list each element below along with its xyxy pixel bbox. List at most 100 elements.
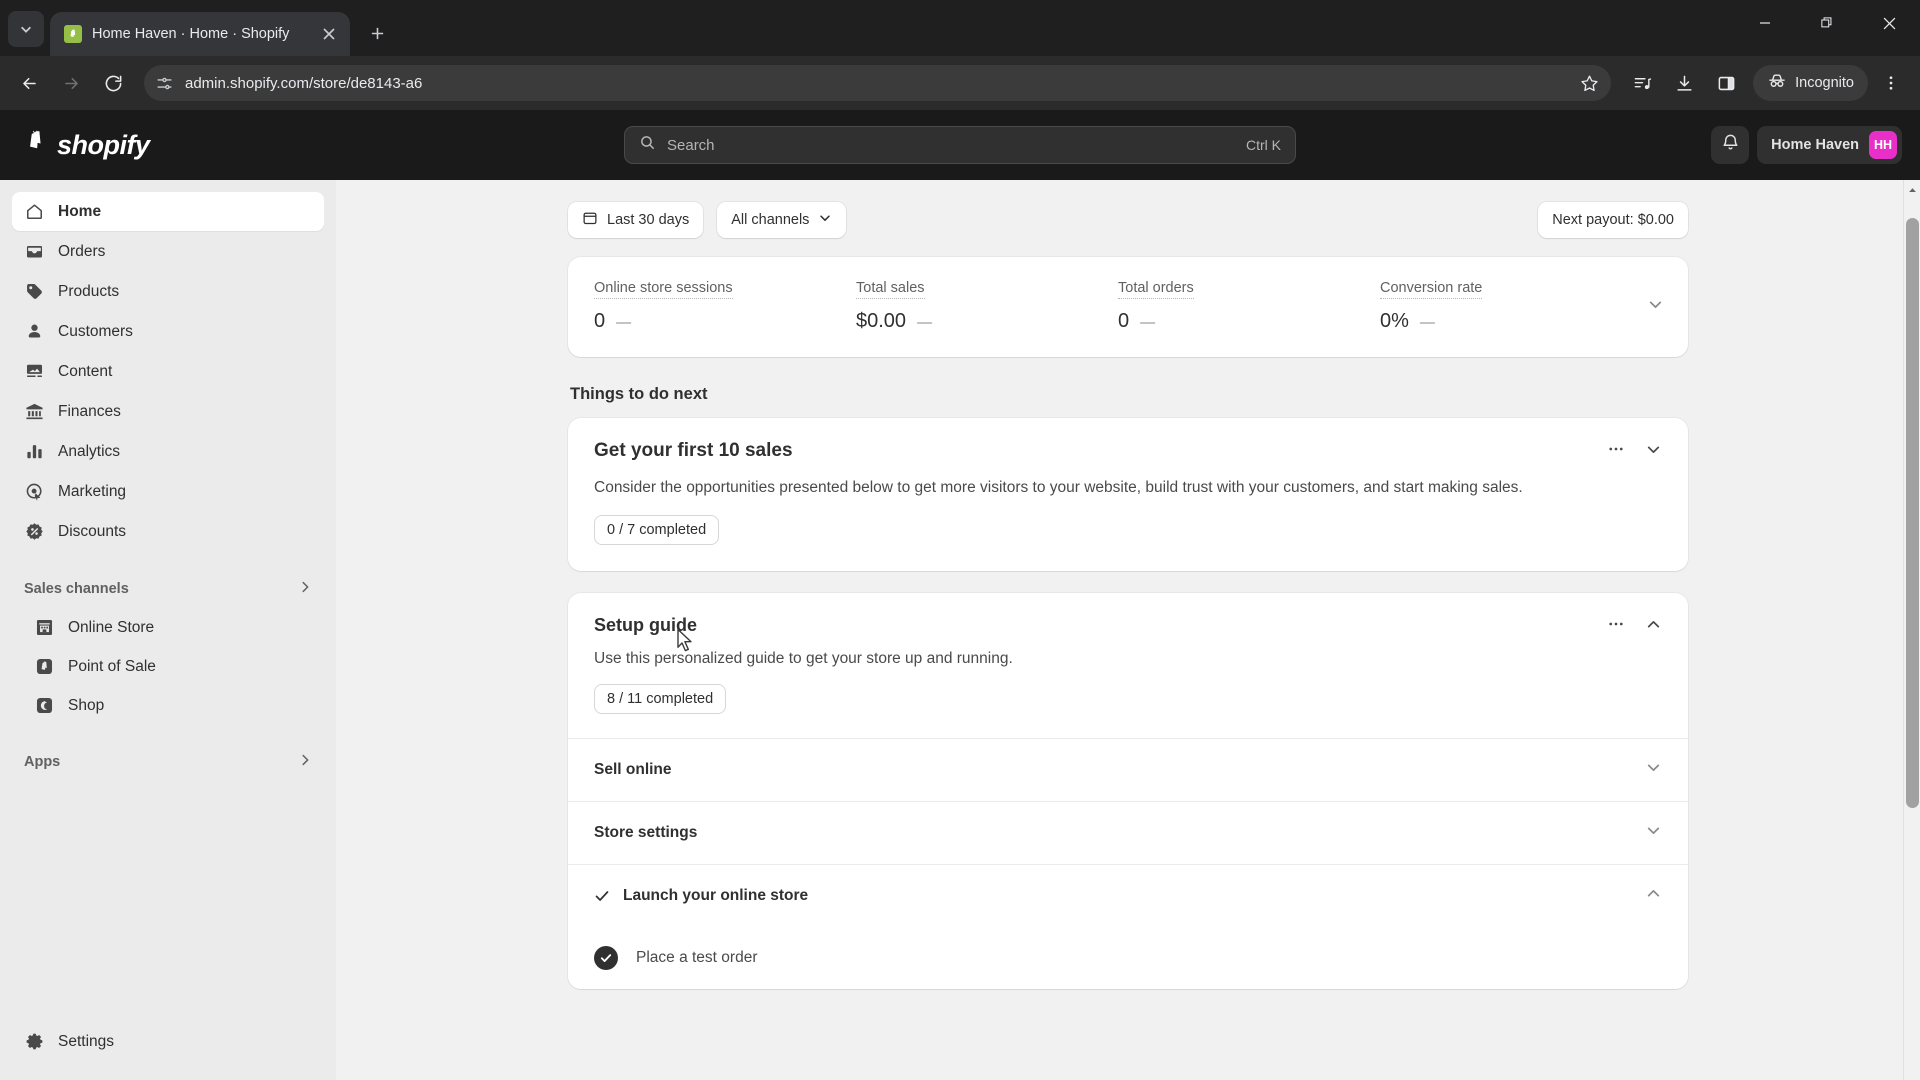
site-info-icon[interactable] [156, 75, 173, 92]
incognito-indicator[interactable]: Incognito [1753, 65, 1868, 101]
card-title: Setup guide [594, 615, 697, 636]
bell-icon [1721, 133, 1740, 157]
sidebar-item-settings[interactable]: Settings [12, 1022, 324, 1061]
next-payout-button[interactable]: Next payout: $0.00 [1538, 202, 1688, 238]
close-window-button[interactable] [1858, 0, 1920, 46]
chevron-down-icon[interactable] [1645, 759, 1662, 781]
chevron-up-icon[interactable] [1645, 885, 1662, 907]
sidebar-item-finances[interactable]: Finances [12, 392, 324, 431]
metric-label: Online store sessions [594, 280, 733, 299]
search-shortcut-hint: Ctrl K [1246, 137, 1281, 153]
tab-title: Home Haven · Home · Shopify [92, 26, 290, 42]
metric-label: Total orders [1118, 280, 1194, 299]
chevron-down-icon[interactable] [1645, 441, 1662, 463]
setup-subtask-place-a-test-order[interactable]: Place a test order [568, 927, 1688, 990]
orders-inbox-icon [24, 241, 45, 262]
reload-button[interactable] [94, 64, 132, 102]
sidebar-section-apps[interactable]: Apps [12, 743, 324, 781]
sidebar-item-content[interactable]: Content [12, 352, 324, 391]
chevron-right-icon[interactable] [298, 580, 312, 598]
store-account-button[interactable]: Home Haven HH [1757, 126, 1902, 164]
sidebar-item-point-of-sale[interactable]: Point of Sale [12, 647, 324, 686]
notifications-button[interactable] [1711, 126, 1750, 164]
sidebar-item-home[interactable]: Home [12, 192, 324, 231]
url-text: admin.shopify.com/store/de8143-a6 [185, 74, 423, 92]
metric-conversion-rate[interactable]: Conversion rate 0% — [1380, 279, 1642, 333]
search-input[interactable]: Search Ctrl K [624, 126, 1296, 164]
scroll-up-arrow[interactable] [1904, 182, 1920, 198]
sidebar-item-label: Customers [58, 322, 133, 340]
analytics-bars-icon [24, 441, 45, 462]
channels-filter-button[interactable]: All channels [717, 202, 847, 238]
chevron-up-icon[interactable] [1645, 616, 1662, 638]
metric-delta: — [1140, 314, 1156, 331]
metric-delta: — [917, 314, 933, 331]
metrics-expand-button[interactable] [1647, 296, 1664, 318]
progress-badge: 8 / 11 completed [594, 684, 727, 715]
incognito-label: Incognito [1795, 75, 1854, 91]
sidebar-item-label: Shop [68, 696, 105, 714]
sidebar-item-analytics[interactable]: Analytics [12, 432, 324, 471]
vertical-scrollbar[interactable] [1903, 180, 1920, 1080]
accordion-row-sell-online[interactable]: Sell online [568, 738, 1688, 801]
card-description: Use this personalized guide to get your … [594, 650, 1013, 668]
discounts-percent-icon [24, 521, 45, 542]
sidebar-item-products[interactable]: Products [12, 272, 324, 311]
shopify-logo[interactable]: shopify [14, 128, 334, 163]
sidebar-item-label: Orders [58, 242, 106, 260]
tab-close-icon[interactable] [318, 23, 340, 45]
sidebar-item-label: Marketing [58, 482, 127, 500]
sidebar-item-label: Point of Sale [68, 657, 156, 675]
store-name: Home Haven [1771, 137, 1859, 153]
restore-button[interactable] [1796, 0, 1858, 46]
metrics-card: Online store sessions 0 — Total sales $0… [568, 257, 1688, 357]
scrollbar-thumb[interactable] [1906, 218, 1919, 808]
metric-online-store-sessions[interactable]: Online store sessions 0 — [594, 279, 856, 333]
sidebar-item-label: Content [58, 362, 113, 380]
chevron-right-icon[interactable] [298, 753, 312, 771]
ellipsis-icon[interactable] [1607, 615, 1625, 638]
accordion-row-store-settings[interactable]: Store settings [568, 801, 1688, 864]
accordion-label: Sell online [594, 761, 672, 779]
downloads-icon[interactable] [1665, 64, 1703, 102]
browser-menu-icon[interactable] [1872, 64, 1910, 102]
chevron-down-icon[interactable] [1645, 822, 1662, 844]
date-range-button[interactable]: Last 30 days [568, 202, 704, 238]
accordion-row-launch-your-online-store[interactable]: Launch your online store [568, 864, 1688, 927]
sidebar-item-customers[interactable]: Customers [12, 312, 324, 351]
minimize-button[interactable] [1734, 0, 1796, 46]
metric-total-sales[interactable]: Total sales $0.00 — [856, 279, 1118, 333]
sidebar: Home Orders Products Customers Content F… [0, 180, 336, 1080]
subtask-label: Place a test order [636, 949, 758, 967]
accordion-label: Launch your online store [623, 887, 809, 905]
sidebar-section-label: Apps [24, 754, 61, 770]
sidebar-footer: Settings [12, 1022, 324, 1080]
forward-button[interactable] [52, 64, 90, 102]
new-tab-button[interactable] [360, 16, 394, 50]
section-title-things-to-do: Things to do next [570, 385, 708, 403]
side-panel-icon[interactable] [1707, 64, 1745, 102]
back-button[interactable] [10, 64, 48, 102]
sidebar-item-shop[interactable]: Shop [12, 686, 324, 725]
sidebar-item-label: Online Store [68, 618, 155, 636]
sidebar-item-marketing[interactable]: Marketing [12, 472, 324, 511]
chevron-down-icon [818, 211, 832, 229]
progress-badge: 0 / 7 completed [594, 515, 720, 546]
tab-search-button[interactable] [8, 11, 44, 47]
address-bar[interactable]: admin.shopify.com/store/de8143-a6 [144, 65, 1612, 101]
sidebar-section-sales-channels[interactable]: Sales channels [12, 570, 324, 608]
browser-tab[interactable]: Home Haven · Home · Shopify [50, 12, 350, 56]
shopify-favicon [64, 25, 82, 43]
shopify-bag-icon [22, 128, 48, 163]
media-playlist-icon[interactable] [1623, 64, 1661, 102]
window-controls [1734, 0, 1920, 46]
sidebar-item-discounts[interactable]: Discounts [12, 512, 324, 551]
sidebar-item-online-store[interactable]: Online Store [12, 608, 324, 647]
ellipsis-icon[interactable] [1607, 440, 1625, 463]
avatar: HH [1869, 131, 1897, 159]
next-payout-label: Next payout: $0.00 [1552, 212, 1674, 228]
bookmark-star-icon[interactable] [1580, 74, 1599, 93]
dashboard-filters: Last 30 days All channels Next payout: $… [568, 202, 1688, 238]
sidebar-item-orders[interactable]: Orders [12, 232, 324, 271]
metric-total-orders[interactable]: Total orders 0 — [1118, 279, 1380, 333]
